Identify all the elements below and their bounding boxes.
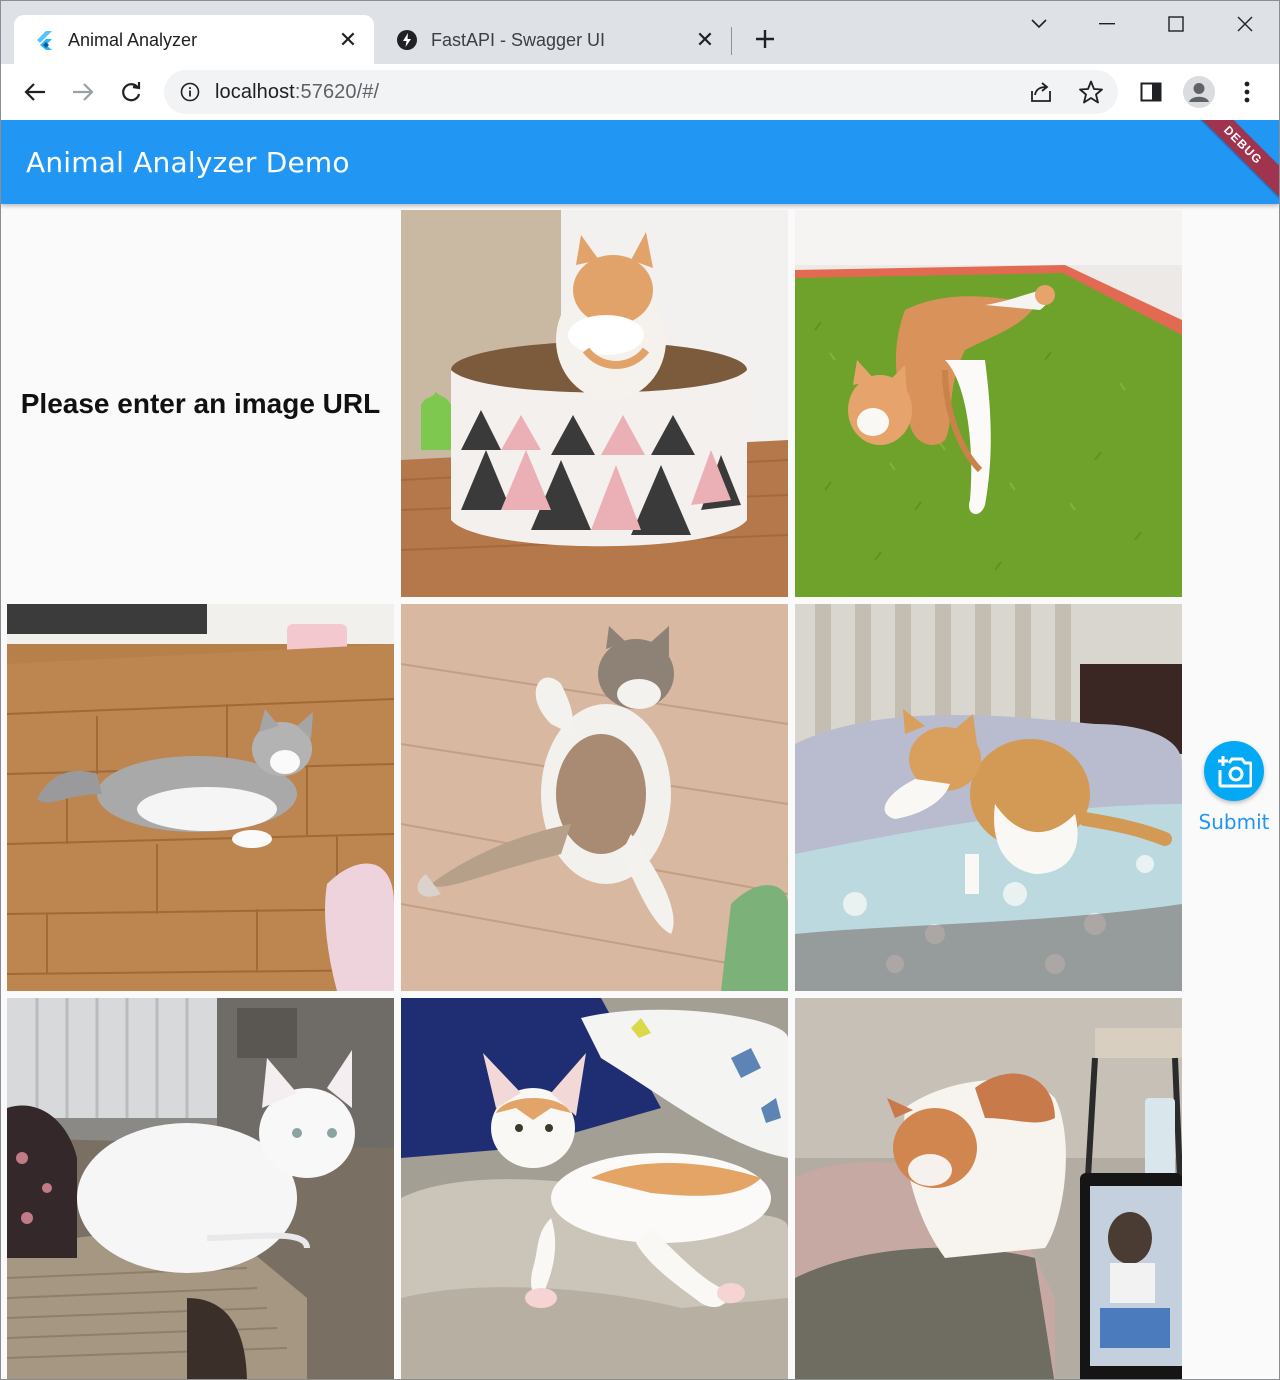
cat-photo[interactable]	[401, 210, 788, 597]
side-panel-icon	[1140, 82, 1162, 102]
kitten-on-sofa-image	[401, 998, 788, 1379]
back-button[interactable]	[15, 72, 55, 112]
tab-title: Animal Analyzer	[68, 29, 198, 50]
close-tab-icon[interactable]: ✕	[336, 27, 360, 52]
bookmark-star-icon[interactable]	[1078, 79, 1104, 110]
cat-photo[interactable]	[7, 998, 394, 1379]
browser-tabstrip: Animal Analyzer ✕ FastAPI - Swagger UI ✕	[0, 0, 1280, 65]
fastapi-bolt-icon	[397, 30, 417, 50]
minimize-button[interactable]	[1084, 7, 1130, 41]
cat-photo[interactable]	[795, 210, 1182, 597]
browser-toolbar: localhost:57620/#/	[0, 64, 1280, 120]
tab-separator	[731, 27, 732, 55]
debug-banner: DEBUG	[1185, 120, 1279, 203]
app-title: Animal Analyzer Demo	[26, 146, 350, 179]
flutter-icon	[34, 30, 54, 50]
reload-icon	[122, 82, 141, 102]
cat-in-box-image	[401, 210, 788, 597]
prompt-text: Please enter an image URL	[20, 387, 381, 419]
site-info-icon[interactable]	[178, 80, 202, 104]
maximize-icon	[1168, 16, 1184, 32]
avatar	[1183, 76, 1215, 108]
fluffy-cat-grooming-image	[401, 604, 788, 991]
cat-on-grass-image	[795, 210, 1182, 597]
close-window-button[interactable]	[1222, 7, 1268, 41]
cat-photo[interactable]	[795, 604, 1182, 991]
app-bar: Animal Analyzer Demo DEBUG	[1, 120, 1279, 204]
cat-near-laptop-image	[795, 998, 1182, 1379]
side-panel-button[interactable]	[1131, 72, 1171, 112]
cat-on-bed-image	[795, 604, 1182, 991]
address-bar[interactable]: localhost:57620/#/	[164, 70, 1118, 114]
plus-icon	[756, 30, 774, 48]
tab-animal-analyzer[interactable]: Animal Analyzer ✕	[14, 15, 374, 65]
image-url-prompt: Please enter an image URL	[7, 210, 394, 597]
tab-fastapi[interactable]: FastAPI - Swagger UI ✕	[377, 15, 731, 65]
url-text: localhost:57620/#/	[215, 81, 380, 103]
back-arrow-icon	[24, 83, 45, 101]
chevron-down-icon	[1031, 19, 1047, 29]
close-icon	[1237, 16, 1253, 32]
minimize-icon	[1099, 23, 1115, 25]
maximize-button[interactable]	[1153, 7, 1199, 41]
cat-photo[interactable]	[795, 998, 1182, 1379]
cat-photo[interactable]	[401, 998, 788, 1379]
forward-arrow-icon	[73, 83, 94, 101]
profile-button[interactable]	[1179, 72, 1219, 112]
white-cat-scratcher-image	[7, 998, 394, 1379]
share-icon[interactable]	[1028, 79, 1054, 110]
cat-photo[interactable]	[401, 604, 788, 991]
more-vert-icon	[1244, 81, 1250, 103]
app-root: Animal Analyzer Demo DEBUG Please enter …	[0, 120, 1280, 1380]
browser-menu-button[interactable]	[1227, 72, 1267, 112]
forward-button[interactable]	[63, 72, 103, 112]
new-tab-button[interactable]	[749, 23, 781, 55]
tab-title: FastAPI - Swagger UI	[431, 29, 606, 50]
submit-button[interactable]: Submit	[1193, 738, 1275, 848]
add-a-photo-icon	[1204, 741, 1264, 801]
tab-search-button[interactable]	[1016, 7, 1062, 41]
close-tab-icon[interactable]: ✕	[693, 27, 717, 52]
grey-cat-floor-image	[7, 604, 394, 991]
submit-label: Submit	[1198, 810, 1270, 834]
reload-button[interactable]	[111, 72, 151, 112]
cat-photo[interactable]	[7, 604, 394, 991]
